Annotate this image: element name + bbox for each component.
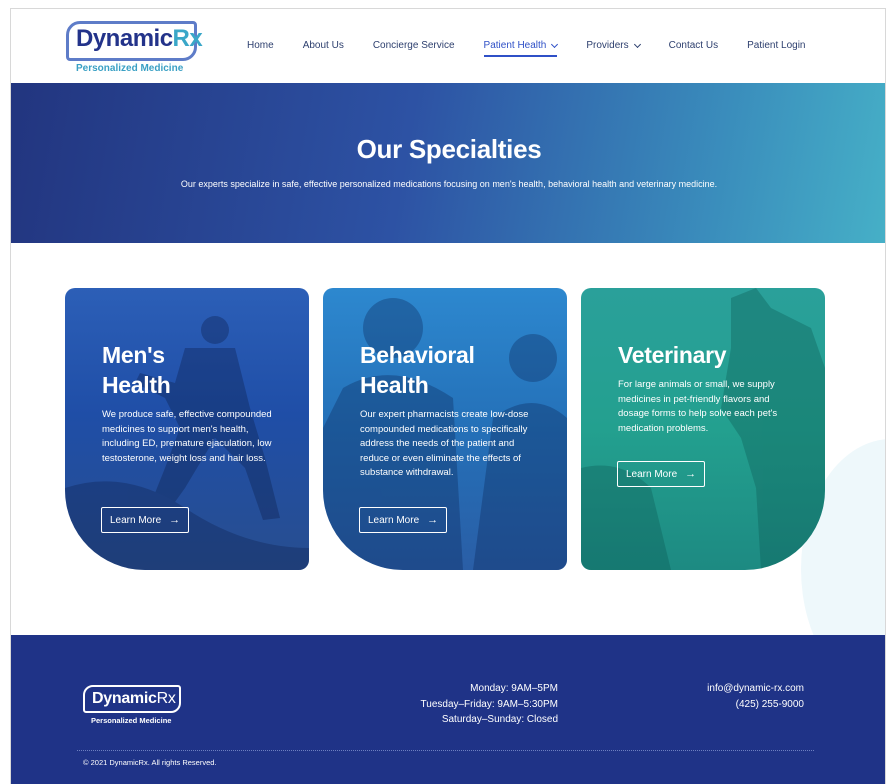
page-frame: DynamicRx Personalized Medicine Home Abo… (10, 8, 886, 784)
card-title: Behavioral Health (360, 340, 475, 400)
arrow-right-icon: → (427, 514, 439, 526)
hours-line: Monday: 9AM–5PM (470, 683, 558, 694)
nav-providers-label: Providers (586, 40, 629, 51)
nav-about-us[interactable]: About Us (303, 40, 344, 51)
footer-divider (77, 750, 814, 751)
learn-more-label: Learn More (110, 514, 162, 526)
nav-patient-login[interactable]: Patient Login (747, 40, 805, 51)
arrow-right-icon: → (169, 514, 181, 526)
footer-logo-name-main: Dynamic (92, 690, 157, 707)
logo-wordmark: DynamicRx (76, 25, 203, 53)
learn-more-button[interactable]: Learn More → (359, 507, 448, 533)
card-mens-health: Men's Health We produce safe, effective c… (65, 288, 309, 570)
card-description: We produce safe, effective compounded me… (102, 409, 272, 464)
hero-banner: Our Specialties Our experts specialize i… (11, 83, 885, 243)
learn-more-button[interactable]: Learn More → (101, 507, 190, 533)
card-description: For large animals or small, we supply me… (618, 379, 778, 434)
nav-home-label: Home (247, 40, 274, 51)
nav-contact-us-label: Contact Us (668, 40, 719, 51)
card-description: Our expert pharmacists create low-dose c… (360, 409, 529, 479)
chevron-down-icon (551, 40, 559, 48)
site-header: DynamicRx Personalized Medicine Home Abo… (11, 9, 885, 83)
logo-name-rx: Rx (172, 25, 203, 52)
nav-concierge-service[interactable]: Concierge Service (373, 40, 455, 51)
card-behavioral-health: Behavioral Health Our expert pharmacists … (323, 288, 567, 570)
learn-more-label: Learn More (626, 468, 678, 480)
card-title-line2: Health (360, 372, 429, 398)
nav-patient-health[interactable]: Patient Health (483, 40, 559, 57)
footer-logo-wordmark: DynamicRx (92, 690, 176, 708)
chevron-down-icon (633, 40, 641, 48)
hours-line: Tuesday–Friday: 9AM–5:30PM (420, 698, 558, 710)
business-hours: Monday: 9AM–5PM Tuesday–Friday: 9AM–5:30… (421, 681, 558, 728)
nav-patient-login-label: Patient Login (747, 40, 806, 51)
card-title: Veterinary (618, 340, 727, 370)
learn-more-button[interactable]: Learn More → (617, 461, 706, 487)
card-veterinary: Veterinary For large animals or small, w… (581, 288, 825, 570)
card-title: Men's Health (102, 340, 171, 400)
hours-line: Saturday–Sunday: Closed (441, 714, 558, 725)
footer-logo-frame: DynamicRx (83, 685, 181, 713)
email-link[interactable]: info@dynamic-rx.com (707, 681, 804, 697)
arrow-right-icon: → (685, 468, 697, 480)
card-title-line1: Veterinary (618, 342, 727, 368)
nav-contact-us[interactable]: Contact Us (669, 40, 718, 51)
card-title-line2: Health (102, 372, 171, 398)
logo-tagline: Personalized Medicine (76, 63, 184, 74)
footer-logo-name-rx: Rx (156, 690, 176, 707)
brand-logo[interactable]: DynamicRx Personalized Medicine (66, 21, 203, 75)
main-nav: Home About Us Concierge Service Patient … (247, 40, 834, 57)
footer-logo-tagline: Personalized Medicine (91, 716, 172, 725)
nav-patient-health-label: Patient Health (483, 40, 547, 51)
contact-info: info@dynamic-rx.com (425) 255-9000 (707, 681, 804, 712)
copyright-text: © 2021 DynamicRx. All rights Reserved. (83, 758, 217, 767)
page-title: Our Specialties (356, 134, 542, 164)
card-title-line1: Men's (102, 342, 165, 368)
logo-name-main: Dynamic (76, 25, 173, 52)
hero-subtitle: Our experts specialize in safe, effectiv… (180, 179, 718, 189)
nav-concierge-service-label: Concierge Service (372, 40, 455, 51)
nav-providers[interactable]: Providers (586, 40, 641, 51)
learn-more-label: Learn More (368, 514, 420, 526)
footer-logo[interactable]: DynamicRx Personalized Medicine (83, 685, 181, 725)
nav-home[interactable]: Home (247, 40, 274, 51)
card-title-line1: Behavioral (360, 342, 475, 368)
phone-link[interactable]: (425) 255-9000 (707, 697, 804, 713)
site-footer: DynamicRx Personalized Medicine Monday: … (11, 635, 885, 784)
nav-about-us-label: About Us (302, 40, 344, 51)
